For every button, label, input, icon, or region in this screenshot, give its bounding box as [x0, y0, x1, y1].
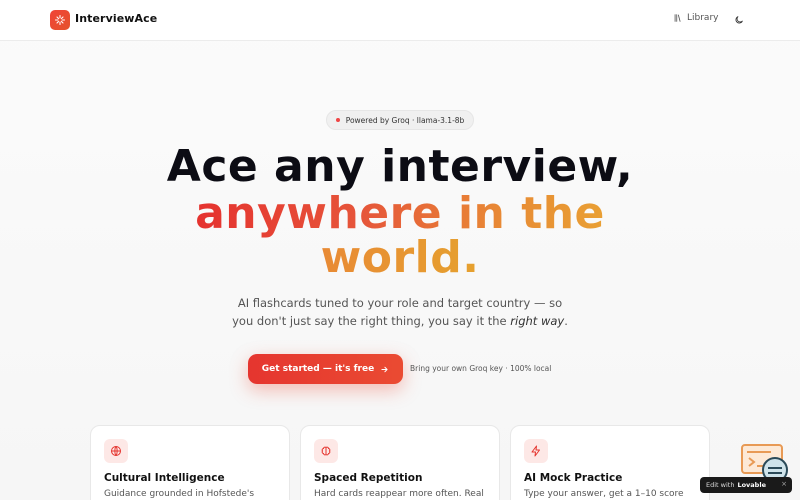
cta-note: Bring your own Groq key · 100% local [410, 364, 552, 373]
feature-title: AI Mock Practice [524, 472, 623, 484]
library-label: Library [687, 13, 719, 23]
status-dot [335, 118, 340, 122]
theme-toggle-button[interactable] [731, 12, 747, 28]
sparkles-icon[interactable] [50, 10, 70, 30]
feature-title: Cultural Intelligence [104, 472, 225, 484]
hero-title-line-2: anywhere in the [0, 190, 800, 238]
subtitle-text: you don't just say the right thing, you … [232, 314, 511, 328]
hero-subtitle-line-2: you don't just say the right thing, you … [0, 312, 800, 330]
top-navbar: InterviewAce Library [0, 0, 800, 41]
feature-description: Guidance grounded in Hofstede's [104, 489, 255, 499]
subtitle-emphasis: right way [510, 314, 565, 328]
library-icon [674, 14, 681, 22]
feature-card-spaced-repetition: Spaced Repetition Hard cards reappear mo… [300, 425, 500, 500]
edit-prefix: Edit with [706, 481, 735, 489]
close-icon[interactable]: × [781, 480, 787, 488]
feature-title: Spaced Repetition [314, 472, 423, 484]
lovable-label: Lovable [737, 481, 766, 489]
brand-name[interactable]: InterviewAce [75, 12, 157, 25]
hero-title-line-1: Ace any interview, [166, 141, 634, 192]
moon-icon [735, 16, 743, 24]
arrow-right-icon [381, 366, 388, 372]
zap-icon [524, 439, 548, 463]
feature-card-cultural: Cultural Intelligence Guidance grounded … [90, 425, 290, 500]
hero-title-highlight-2: world. [320, 232, 480, 283]
get-started-label: Get started — it's free [261, 364, 375, 374]
get-started-button[interactable]: Get started — it's free [248, 354, 403, 384]
edit-with-lovable-badge[interactable]: Edit with Lovable × [700, 477, 792, 493]
hero-title-line-3: world. [0, 234, 800, 282]
subtitle-end: . [564, 314, 568, 328]
feature-card-mock-practice: AI Mock Practice Type your answer, get a… [510, 425, 710, 500]
hero-subtitle-line-1: AI flashcards tuned to your role and tar… [237, 296, 563, 310]
feature-description: Hard cards reappear more often. Real [314, 489, 484, 499]
library-link[interactable]: Library [673, 13, 718, 23]
powered-by-text: Powered by Groq · llama-3.1-8b [345, 115, 465, 125]
globe-icon [104, 439, 128, 463]
feature-description: Type your answer, get a 1–10 score [524, 489, 684, 499]
brain-icon [314, 439, 338, 463]
powered-by-badge: Powered by Groq · llama-3.1-8b [326, 110, 474, 130]
